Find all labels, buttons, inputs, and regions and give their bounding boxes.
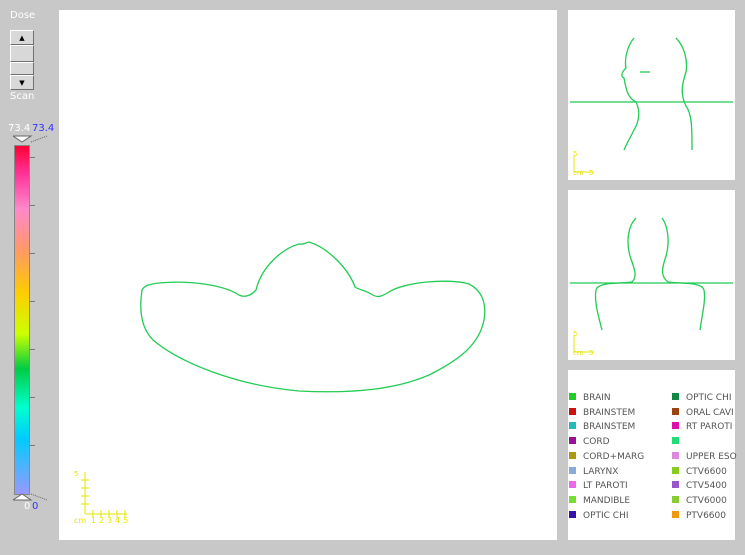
scale-tick	[30, 397, 35, 398]
legend-item-label: BRAINSTEM	[583, 407, 636, 418]
dose-up-button[interactable]: ▲	[10, 30, 34, 45]
sagittal-view[interactable]: cm 5 5	[568, 10, 735, 180]
scale-tick	[30, 157, 35, 158]
legend-item[interactable]	[672, 437, 686, 447]
scale-min-left: 0	[24, 501, 31, 512]
legend-color-swatch	[569, 451, 576, 459]
legend-item[interactable]: CTV6600	[672, 466, 727, 477]
legend-color-swatch	[672, 407, 679, 415]
dose-button[interactable]	[10, 45, 34, 62]
legend-item-label: BRAIN	[583, 393, 611, 403]
legend-item-label: MANDIBLE	[583, 495, 631, 506]
scan-down-button[interactable]: ▼	[10, 75, 34, 90]
legend-item-label: OPTIC CHI	[686, 393, 732, 403]
scale-max-right: 73.4	[32, 123, 55, 134]
coronal-contour	[570, 217, 733, 353]
legend-item-label: OPTIC CHI	[583, 510, 629, 521]
legend-item[interactable]: OPTIC CHI	[569, 510, 629, 521]
scale-max-left: 73.4	[8, 123, 31, 134]
scale-min-right: 0	[32, 501, 39, 512]
scan-label: Scan	[10, 91, 35, 102]
legend-item[interactable]: CTV6000	[672, 495, 727, 506]
legend-item-label: ORAL CAVI	[686, 407, 734, 418]
legend-color-swatch	[672, 481, 679, 489]
dose-label: Dose	[10, 10, 36, 21]
legend-item[interactable]: RT PAROTI	[672, 422, 732, 432]
sagittal-ruler-tick: 5	[573, 150, 578, 158]
legend-color-swatch	[569, 466, 576, 474]
legend-color-swatch	[672, 437, 679, 445]
legend-item-label: BRAINSTEM	[583, 422, 636, 433]
legend-item[interactable]: ORAL CAVI	[672, 407, 734, 418]
legend-item[interactable]: OPTIC CHI	[672, 393, 732, 403]
legend-item[interactable]: BRAINSTEM	[569, 407, 636, 418]
legend-item[interactable]: CTV5400	[672, 481, 727, 491]
ruler-tick-label: 5	[74, 470, 79, 478]
legend-color-swatch	[569, 393, 576, 400]
scale-tick	[30, 445, 35, 446]
scan-button[interactable]	[10, 62, 34, 75]
legend-color-swatch	[569, 422, 576, 430]
legend-item-label: CTV6000	[686, 495, 727, 506]
legend-color-swatch	[672, 451, 679, 459]
legend-item-label: CTV6600	[686, 466, 727, 477]
legend-color-swatch	[672, 495, 679, 503]
legend-item[interactable]: PTV6600	[672, 510, 726, 521]
legend-item-label: CORD	[583, 437, 610, 448]
legend-item-label: PTV6600	[686, 510, 726, 521]
ruler-tick-label: 3	[107, 516, 113, 525]
scale-tick	[30, 205, 35, 206]
legend-item-label: LARYNX	[583, 466, 619, 477]
ruler-tick-label: 2	[99, 516, 105, 525]
legend-item-label: CORD+MARG	[583, 451, 645, 462]
legend-color-swatch	[569, 407, 576, 415]
legend-item[interactable]: BRAIN	[569, 393, 611, 403]
legend-item[interactable]: MANDIBLE	[569, 495, 631, 506]
ruler-tick-label: 1	[91, 516, 97, 525]
legend-item-label: RT PAROTI	[686, 422, 733, 433]
legend-color-swatch	[672, 422, 679, 430]
scale-tick	[30, 301, 35, 302]
ruler-tick-label: 5	[123, 516, 129, 525]
coronal-ruler-tick: 5	[589, 349, 594, 357]
legend-item-label: LT PAROTI	[583, 481, 628, 492]
scale-tick	[30, 349, 35, 350]
legend-color-swatch	[672, 393, 679, 400]
legend-color-swatch	[672, 466, 679, 474]
scale-tick	[30, 253, 35, 254]
legend-item[interactable]: LARYNX	[569, 466, 619, 477]
structure-legend: BRAIN BRAINSTEM BRAINSTEM CORD CORD+MARG LARY…	[568, 370, 737, 540]
coronal-ruler-unit: cm	[573, 349, 584, 357]
legend-item[interactable]: CORD+MARG	[569, 451, 645, 462]
legend-color-swatch	[672, 510, 679, 518]
legend-color-swatch	[569, 481, 576, 489]
legend-item-label: UPPER ESO	[686, 451, 737, 462]
coronal-ruler-tick: 5	[573, 330, 578, 338]
legend-item[interactable]: BRAINSTEM	[569, 422, 635, 432]
sagittal-contour	[570, 37, 733, 173]
legend-item[interactable]: CORD	[569, 437, 610, 447]
legend-item[interactable]: UPPER ESO	[672, 451, 737, 462]
legend-color-swatch	[569, 510, 576, 518]
dose-color-scale	[14, 145, 30, 495]
scale-max-handle[interactable]	[13, 135, 47, 143]
scale-min-handle[interactable]	[13, 493, 47, 501]
coronal-view[interactable]: cm 5 5	[568, 190, 735, 360]
legend-color-swatch	[569, 495, 576, 503]
ruler-tick-label: 4	[115, 516, 121, 525]
legend-color-swatch	[569, 437, 576, 445]
sagittal-ruler-tick: 5	[589, 169, 594, 177]
legend-item-label: CTV5400	[686, 481, 727, 492]
sagittal-ruler-unit: cm	[573, 169, 584, 177]
ruler-unit-label: cm	[74, 516, 87, 525]
axial-contour	[81, 241, 486, 518]
axial-view[interactable]: cm 1 2 3 4 5 5	[59, 10, 557, 540]
legend-item[interactable]: LT PAROTI	[569, 481, 628, 491]
